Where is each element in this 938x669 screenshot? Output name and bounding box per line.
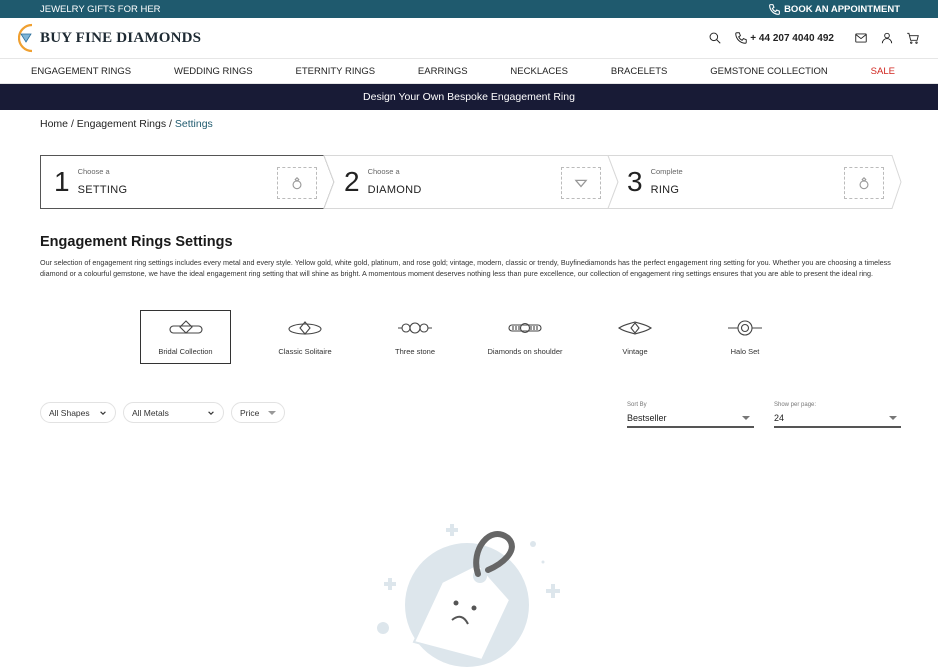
phone-link[interactable]: + 44 207 4040 492: [734, 31, 834, 45]
step-label: SETTING: [77, 183, 128, 196]
sort-label: Sort By: [627, 402, 647, 408]
category-three-stone[interactable]: Three stone: [360, 310, 470, 364]
step-ring[interactable]: 3 Complete RING: [627, 155, 683, 209]
solitaire-ring-icon: [288, 320, 322, 335]
shoulder-ring-icon: [508, 322, 542, 333]
logo-text: BUY FINE DIAMONDS: [40, 29, 202, 46]
nav-bracelets[interactable]: BRACELETS: [611, 66, 668, 77]
breadcrumb-separator: /: [169, 118, 172, 130]
gifts-link[interactable]: JEWELRY GIFTS FOR HER: [40, 4, 161, 15]
nav-sale[interactable]: SALE: [871, 66, 895, 77]
per-page-label: Show per page:: [774, 402, 817, 408]
step-number: 2: [344, 166, 360, 197]
caret-down-icon: [742, 416, 750, 420]
breadcrumb: Home / Engagement Rings / Settings: [40, 118, 213, 130]
chevron-down-icon: [208, 410, 214, 415]
empty-state-illustration: [377, 524, 560, 667]
nav-engagement-rings[interactable]: ENGAGEMENT RINGS: [31, 66, 131, 77]
category-label: Diamonds on shoulder: [487, 346, 563, 356]
category-label: Three stone: [394, 346, 436, 356]
book-appointment-label: BOOK AN APPOINTMENT: [784, 3, 900, 15]
metals-filter[interactable]: All Metals: [123, 402, 224, 423]
step-number: 3: [627, 166, 643, 197]
bridal-ring-icon: [168, 319, 203, 334]
category-label: Vintage: [622, 346, 648, 356]
breadcrumb-engagement-rings[interactable]: Engagement Rings: [77, 118, 166, 130]
book-appointment-link[interactable]: BOOK AN APPOINTMENT: [768, 3, 900, 16]
ring-builder-steps: 1 Choose a SETTING 2 Choose a DIAMOND 3 …: [40, 155, 902, 209]
category-bridal-collection[interactable]: Bridal Collection: [140, 310, 231, 364]
diamond-icon: [574, 179, 588, 188]
caret-down-icon: [268, 410, 276, 415]
step-hint: Choose a: [367, 166, 400, 176]
top-bar: JEWELRY GIFTS FOR HER BOOK AN APPOINTMEN…: [0, 0, 938, 18]
step-hint: Choose a: [77, 166, 110, 176]
step-number: 1: [54, 166, 70, 197]
step-label: DIAMOND: [367, 183, 422, 196]
breadcrumb-current: Settings: [174, 118, 213, 130]
nav-necklaces[interactable]: NECKLACES: [510, 66, 568, 77]
step-diamond-icon-box: [561, 167, 601, 199]
page-description: Our selection of engagement ring setting…: [40, 258, 891, 278]
steps-outline: [40, 155, 902, 209]
phone-icon: [735, 32, 748, 44]
bespoke-banner-text: Design Your Own Bespoke Engagement Ring: [363, 91, 575, 103]
logo-mark-icon: [18, 23, 33, 53]
metals-filter-label: All Metals: [132, 407, 169, 418]
style-categories: Bridal Collection Classic Solitaire Thre…: [140, 310, 800, 364]
step-setting-icon-box: [277, 167, 317, 199]
step-label: RING: [650, 183, 680, 196]
sort-select[interactable]: Sort By Bestseller: [627, 402, 754, 428]
step-diamond[interactable]: 2 Choose a DIAMOND: [344, 155, 422, 209]
ring-icon: [292, 176, 302, 190]
halo-ring-icon: [728, 319, 762, 336]
sort-value: Bestseller: [627, 413, 667, 423]
caret-down-icon: [889, 416, 897, 420]
main-nav: ENGAGEMENT RINGS WEDDING RINGS ETERNITY …: [0, 58, 938, 84]
category-halo-set[interactable]: Halo Set: [690, 310, 800, 364]
price-filter-label: Price: [240, 407, 260, 418]
ring-icon: [859, 176, 869, 190]
mail-icon[interactable]: [854, 31, 868, 45]
per-page-value: 24: [774, 413, 785, 423]
phone-number: + 44 207 4040 492: [750, 32, 834, 44]
category-classic-solitaire[interactable]: Classic Solitaire: [250, 310, 360, 364]
nav-gemstone-collection[interactable]: GEMSTONE COLLECTION: [710, 66, 828, 77]
category-label: Classic Solitaire: [278, 346, 332, 356]
step-ring-icon-box: [844, 167, 884, 199]
bespoke-banner[interactable]: Design Your Own Bespoke Engagement Ring: [0, 84, 938, 110]
vintage-ring-icon: [618, 320, 652, 335]
chevron-down-icon: [100, 410, 106, 415]
category-diamonds-on-shoulder[interactable]: Diamonds on shoulder: [470, 310, 580, 364]
user-icon[interactable]: [880, 31, 894, 45]
step-hint: Complete: [650, 166, 683, 176]
three-stone-ring-icon: [398, 321, 432, 334]
filter-bar: All Shapes All Metals Price: [40, 402, 285, 423]
site-logo[interactable]: BUY FINE DIAMONDS: [18, 22, 201, 54]
nav-wedding-rings[interactable]: WEDDING RINGS: [174, 66, 253, 77]
shapes-filter[interactable]: All Shapes: [40, 402, 116, 423]
shapes-filter-label: All Shapes: [49, 407, 90, 418]
step-setting[interactable]: 1 Choose a SETTING: [54, 155, 127, 209]
category-label: Bridal Collection: [158, 346, 213, 356]
category-vintage[interactable]: Vintage: [580, 310, 690, 364]
price-filter[interactable]: Price: [231, 402, 285, 423]
breadcrumb-home[interactable]: Home: [40, 118, 68, 130]
page-title: Engagement Rings Settings: [40, 234, 233, 250]
cart-icon[interactable]: [906, 31, 920, 45]
nav-eternity-rings[interactable]: ETERNITY RINGS: [296, 66, 376, 77]
nav-earrings[interactable]: EARRINGS: [418, 66, 468, 77]
breadcrumb-separator: /: [70, 118, 74, 130]
site-header: BUY FINE DIAMONDS + 44 207 4040 492: [0, 18, 938, 58]
phone-icon: [769, 3, 780, 15]
per-page-select[interactable]: Show per page: 24: [774, 402, 901, 428]
category-label: Halo Set: [730, 346, 760, 356]
search-icon[interactable]: [708, 31, 722, 45]
